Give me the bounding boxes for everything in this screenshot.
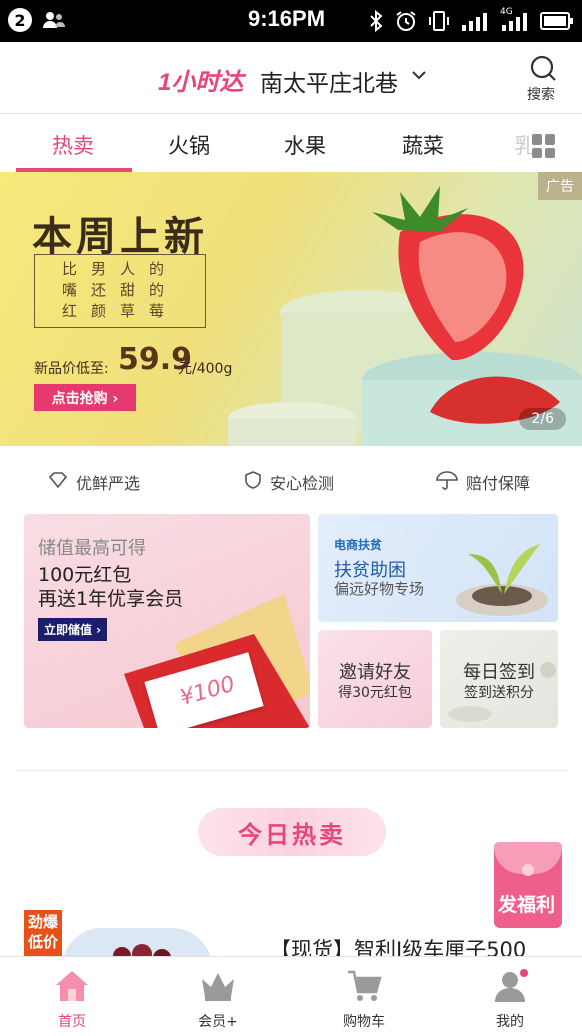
welfare-label: 发福利 bbox=[498, 894, 556, 916]
card-title: 每日签到 bbox=[463, 662, 535, 683]
welfare-float-button[interactable]: 发福利 bbox=[494, 842, 562, 928]
poverty-relief-logo: 电商扶贫 bbox=[334, 538, 383, 552]
crown-icon bbox=[200, 969, 236, 1003]
feature-label: 优鲜严选 bbox=[76, 474, 141, 493]
nav-membership[interactable]: 会员+ bbox=[160, 957, 276, 1036]
search-icon bbox=[528, 54, 558, 88]
tab-hot[interactable]: 热卖 bbox=[52, 130, 94, 160]
card-subtitle: 得30元红包 bbox=[338, 685, 412, 701]
signal-icon bbox=[460, 11, 490, 35]
tagline-line: 嘴还甜的 bbox=[61, 281, 178, 299]
app-header: 1小时达 南太平庄北巷 搜索 bbox=[0, 42, 582, 114]
banner-tagline-box: 比男人的 嘴还甜的 红颜草莓 bbox=[34, 254, 206, 328]
brand-logo: 1小时达 bbox=[158, 69, 244, 96]
search-label: 搜索 bbox=[527, 87, 555, 103]
bottom-navigation: 首页 会员+ 购物车 我的 bbox=[0, 956, 582, 1036]
network-type-label: 4G bbox=[500, 7, 513, 17]
shield-icon bbox=[244, 470, 262, 494]
nav-profile[interactable]: 我的 bbox=[452, 957, 568, 1036]
nav-label: 会员+ bbox=[198, 1014, 238, 1030]
price-unit: 元/400g bbox=[178, 361, 233, 377]
card-title: 再送1年优享会员 bbox=[38, 588, 184, 610]
service-features: 优鲜严选 安心检测 赔付保障 bbox=[0, 460, 582, 500]
all-categories-icon[interactable] bbox=[532, 134, 556, 158]
nav-home[interactable]: 首页 bbox=[14, 957, 130, 1036]
card-title: 100元红包 bbox=[38, 564, 132, 586]
daily-checkin-card[interactable]: 每日签到 签到送积分 bbox=[440, 630, 558, 728]
feature-compensation: 赔付保障 bbox=[436, 470, 530, 494]
nav-label: 我的 bbox=[496, 1014, 524, 1030]
diamond-icon bbox=[48, 471, 68, 493]
tab-fruit[interactable]: 水果 bbox=[284, 130, 326, 160]
card-subtitle: 储值最高可得 bbox=[38, 538, 146, 559]
nav-cart[interactable]: 购物车 bbox=[306, 957, 422, 1036]
card-title: 邀请好友 bbox=[339, 662, 411, 683]
clock: 9:16PM bbox=[248, 6, 326, 31]
store-value-button[interactable]: 立即储值 › bbox=[38, 618, 108, 641]
nav-label: 购物车 bbox=[343, 1014, 385, 1030]
buy-now-button[interactable]: 点击抢购 › bbox=[34, 384, 136, 411]
alarm-icon bbox=[394, 9, 418, 37]
status-bar: 2 9:16PM 4G bbox=[0, 0, 582, 42]
home-icon bbox=[54, 969, 90, 1003]
tab-hotpot[interactable]: 火锅 bbox=[168, 130, 210, 160]
invite-friends-card[interactable]: 邀请好友 得30元红包 bbox=[318, 630, 432, 728]
battery-icon bbox=[540, 11, 574, 35]
location-selector[interactable]: 南太平庄北巷 bbox=[260, 64, 398, 98]
low-price-tag: 劲爆低价 bbox=[24, 910, 62, 956]
feature-label: 安心检测 bbox=[270, 474, 335, 493]
carousel-page-indicator: 2/6 bbox=[519, 408, 566, 430]
notification-count-badge: 2 bbox=[8, 8, 32, 32]
feature-label: 赔付保障 bbox=[466, 474, 531, 493]
cart-icon bbox=[346, 969, 382, 1003]
ad-tag: 广告 bbox=[538, 172, 582, 200]
nav-label: 首页 bbox=[58, 1014, 86, 1030]
tab-vegetables[interactable]: 蔬菜 bbox=[402, 130, 444, 160]
section-divider bbox=[16, 770, 566, 771]
user-icon bbox=[492, 969, 528, 1003]
vibrate-icon bbox=[428, 10, 450, 36]
category-tabs: 热卖 火锅 水果 蔬菜 乳 bbox=[0, 114, 582, 172]
tagline-line: 红颜草莓 bbox=[61, 302, 178, 320]
feature-strict-selection: 优鲜严选 bbox=[48, 470, 140, 494]
signal-4g-icon: 4G bbox=[500, 7, 530, 35]
bluetooth-icon bbox=[368, 9, 384, 36]
envelope-seal-icon bbox=[522, 864, 534, 876]
poverty-relief-card[interactable]: 电商扶贫 扶贫助困 偏远好物专场 bbox=[318, 514, 558, 622]
contacts-icon bbox=[42, 10, 66, 30]
stored-value-card[interactable]: 储值最高可得 100元红包 再送1年优享会员 立即储值 › ¥100 bbox=[24, 514, 310, 728]
card-subtitle: 偏远好物专场 bbox=[334, 580, 425, 598]
voucher-amount: ¥100 bbox=[177, 671, 238, 712]
chevron-down-icon[interactable] bbox=[410, 66, 428, 88]
card-subtitle: 签到送积分 bbox=[464, 685, 534, 701]
promo-banner[interactable]: 广告 本周上新 比男人的 嘴还甜的 红颜草莓 新品价低至: 59.9 元/400… bbox=[0, 172, 582, 446]
tagline-line: 比男人的 bbox=[61, 260, 178, 278]
today-hot-heading: 今日热卖 bbox=[198, 808, 386, 856]
feature-safety-check: 安心检测 bbox=[244, 470, 334, 494]
umbrella-icon bbox=[436, 470, 458, 494]
price-label: 新品价低至: bbox=[34, 361, 109, 377]
